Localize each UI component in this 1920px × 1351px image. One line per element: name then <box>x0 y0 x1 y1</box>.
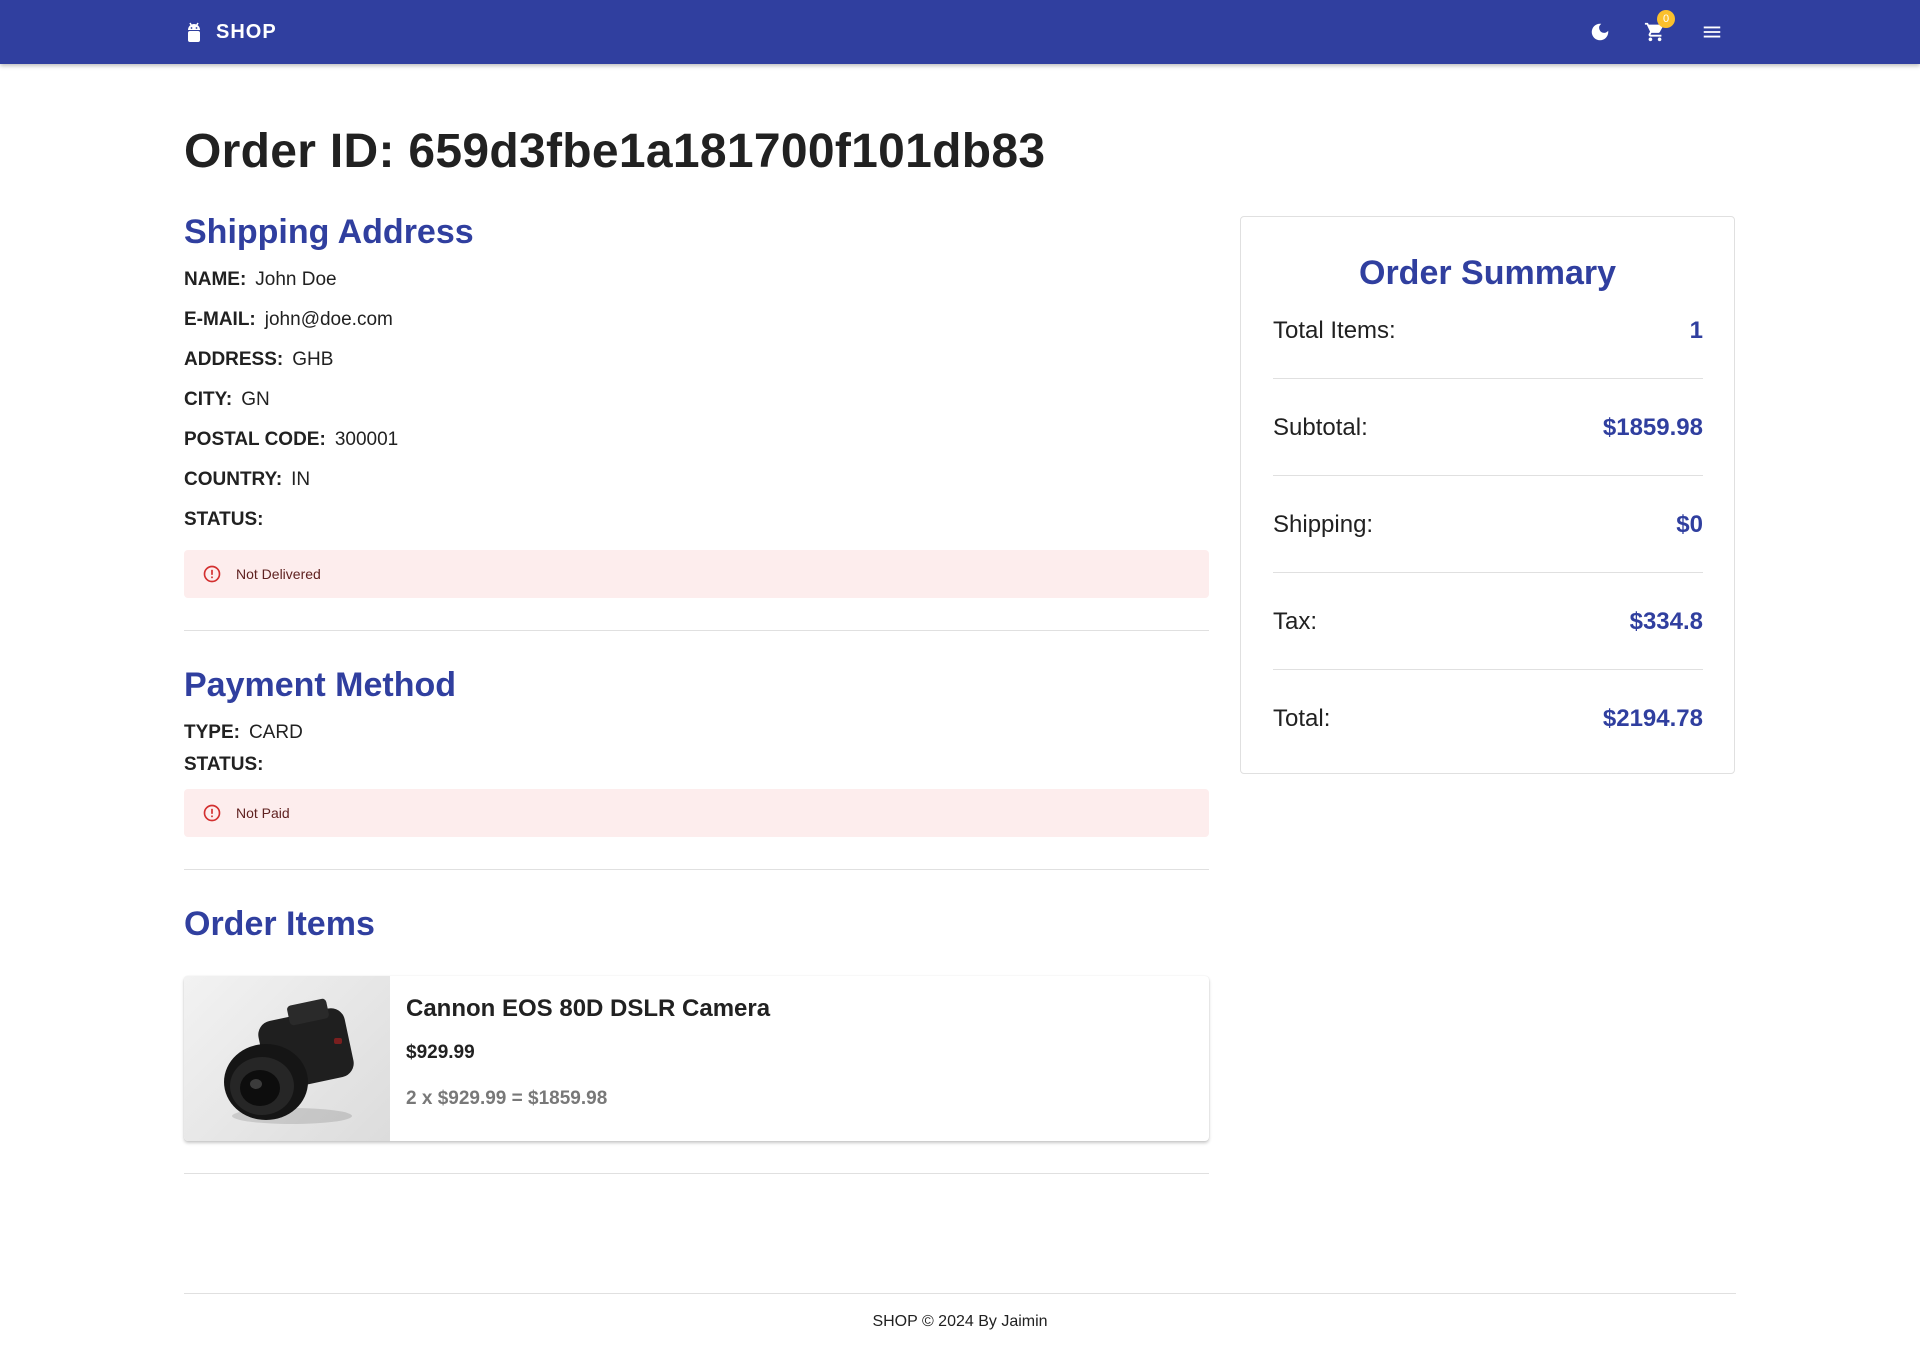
shipping-email-row: E-MAIL: john@doe.com <box>184 300 1209 340</box>
item-details: Cannon EOS 80D DSLR Camera $929.99 2 x $… <box>390 976 786 1141</box>
shipping-country-row: COUNTRY: IN <box>184 460 1209 500</box>
payment-title: Payment Method <box>184 666 457 704</box>
shipping-title: Shipping Address <box>184 213 474 251</box>
payment-status-text: Not Paid <box>236 805 290 821</box>
shipping-address-row: ADDRESS: GHB <box>184 340 1209 380</box>
shipping-city-row: CITY: GN <box>184 380 1209 420</box>
summary-label: Total: <box>1273 705 1331 732</box>
item-subtotal-calc: 2 x $929.99 = $1859.98 <box>406 1088 608 1109</box>
summary-total-row: Total: $2194.78 <box>1273 671 1703 767</box>
field-label: STATUS: <box>184 509 264 530</box>
cart-button[interactable]: 0 <box>1639 10 1675 48</box>
field-label: TYPE: <box>184 722 240 743</box>
summary-value: $2194.78 <box>1602 705 1703 732</box>
summary-value: $1859.98 <box>1602 413 1703 441</box>
item-price: $929.99 <box>406 1042 475 1063</box>
section-divider <box>184 1173 1209 1174</box>
field-label: COUNTRY: <box>184 469 283 490</box>
summary-value: 1 <box>1689 316 1703 344</box>
field-label: CITY: <box>184 389 233 410</box>
payment-status-alert: Not Paid <box>184 789 1209 837</box>
summary-value: $0 <box>1676 510 1703 538</box>
summary-label: Total Items: <box>1273 316 1396 344</box>
shipping-postal-value: 300001 <box>334 429 399 450</box>
page-title: Order ID: 659d3fbe1a181700f101db83 <box>184 125 1046 178</box>
summary-tax-row: Tax: $334.8 <box>1273 574 1703 670</box>
summary-label: Shipping: <box>1273 510 1374 538</box>
shipping-postal-row: POSTAL CODE: 300001 <box>184 420 1209 460</box>
dark-mode-icon <box>1591 23 1609 41</box>
field-label: NAME: <box>184 269 247 290</box>
payment-status-row: STATUS: <box>184 745 1209 777</box>
menu-button[interactable] <box>1696 16 1728 48</box>
shipping-country-value: IN <box>291 469 311 490</box>
shipping-address-value: GHB <box>292 349 334 370</box>
summary-label: Tax: <box>1273 607 1318 635</box>
field-label: POSTAL CODE: <box>184 429 326 450</box>
shipping-status-row: STATUS: <box>184 500 1209 540</box>
menu-icon <box>1703 26 1721 38</box>
dark-mode-toggle[interactable] <box>1584 16 1616 48</box>
app-bar: SHOP 0 <box>0 0 1920 64</box>
field-label: E-MAIL: <box>184 309 256 330</box>
brand-label: SHOP <box>216 20 277 43</box>
summary-total-items-row: Total Items: 1 <box>1273 283 1703 379</box>
delivery-status-alert: Not Delivered <box>184 550 1209 598</box>
order-summary-card: Order Summary Total Items: 1 Subtotal: $… <box>1240 216 1735 774</box>
footer-divider <box>184 1293 1736 1294</box>
delivery-status-text: Not Delivered <box>236 566 321 582</box>
shipping-city-value: GN <box>241 389 270 410</box>
shipping-name-value: John Doe <box>255 269 337 290</box>
summary-subtotal-row: Subtotal: $1859.98 <box>1273 380 1703 476</box>
cart-count-badge: 0 <box>1657 10 1675 28</box>
shipping-name-row: NAME: John Doe <box>184 260 1209 300</box>
payment-type-row: TYPE: CARD <box>184 713 1209 745</box>
footer-text: SHOP © 2024 By Jaimin <box>872 1313 1048 1330</box>
order-items-title: Order Items <box>184 905 375 943</box>
payment-type-value: CARD <box>248 722 303 743</box>
summary-label: Subtotal: <box>1273 413 1368 441</box>
product-image <box>184 976 390 1141</box>
summary-value: $334.8 <box>1629 607 1703 635</box>
error-outline-icon <box>203 804 221 822</box>
error-outline-icon <box>203 565 221 583</box>
field-label: ADDRESS: <box>184 349 284 370</box>
order-item-card[interactable]: Cannon EOS 80D DSLR Camera $929.99 2 x $… <box>184 976 1209 1141</box>
field-label: STATUS: <box>184 754 264 775</box>
camera-icon <box>224 998 354 1124</box>
android-icon <box>188 22 200 42</box>
item-name[interactable]: Cannon EOS 80D DSLR Camera <box>406 994 770 1024</box>
shipping-email-value: john@doe.com <box>264 309 393 330</box>
order-details: Shipping Address NAME: John Doe E-MAIL: jo… <box>184 210 1209 1174</box>
brand-link[interactable]: SHOP <box>184 16 277 48</box>
summary-shipping-row: Shipping: $0 <box>1273 477 1703 573</box>
